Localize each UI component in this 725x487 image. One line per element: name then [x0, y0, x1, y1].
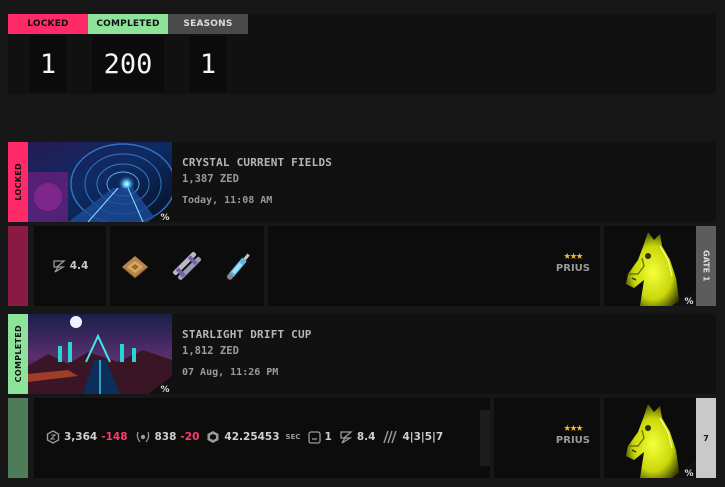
time-unit: SEC: [285, 433, 301, 441]
rank-stat: 838 -20: [135, 430, 200, 444]
locked-count: 1: [30, 36, 66, 92]
rank-delta: -20: [180, 431, 200, 443]
race-thumbnail: %: [28, 314, 172, 394]
horse-name-block: ★★★ PRIUS: [556, 420, 590, 446]
horse-info-panel: ★★★ PRIUS: [268, 226, 600, 306]
horse-avatar[interactable]: %: [604, 398, 696, 478]
hex-coin-icon: [46, 430, 60, 444]
horse-name-block: ★★★ PRIUS: [556, 248, 590, 274]
detail-status-strip: [8, 398, 28, 478]
gate-tab: GATE 1: [696, 226, 716, 306]
svg-text:%: %: [684, 469, 693, 478]
race-status-label: COMPLETED: [13, 325, 23, 383]
zed-stat: 3,364 -148: [46, 430, 128, 444]
svg-text:%: %: [160, 385, 169, 394]
chip-item-icon[interactable]: [116, 247, 154, 285]
splits-stat: 4|3|5|7: [382, 430, 443, 444]
splits-value: 4|3|5|7: [402, 431, 444, 443]
svg-text:%: %: [684, 297, 693, 306]
horse-name[interactable]: PRIUS: [556, 435, 590, 446]
rating-value: 4.4: [69, 260, 89, 272]
percent-badge-icon: %: [148, 204, 172, 222]
race-info: STARLIGHT DRIFT CUP 1,812 ZED 07 Aug, 11…: [182, 328, 312, 378]
stats-panel: LOCKED COMPLETED SEASONS 1 200 1: [8, 14, 716, 94]
seasons-count: 1: [190, 36, 226, 92]
completed-count: 200: [92, 36, 164, 92]
race-status-strip: COMPLETED: [8, 314, 28, 394]
zed-rating: 4.4: [52, 259, 89, 273]
laurel-icon: [135, 430, 151, 444]
position-value: 1: [324, 431, 332, 443]
race-thumbnail: %: [28, 142, 172, 222]
race-title: CRYSTAL CURRENT FIELDS: [182, 156, 333, 169]
race-card[interactable]: % CRYSTAL CURRENT FIELDS 1,387 ZED Today…: [28, 142, 716, 222]
race-time: Today, 11:08 AM: [182, 195, 273, 206]
percent-badge-icon: %: [672, 288, 696, 306]
horse-stars: ★★★: [563, 420, 584, 434]
race-stats-row: 3,364 -148 838 -20 42.25453 SEC 1 8.4 4|…: [46, 430, 443, 444]
zed-z-icon: [52, 259, 66, 273]
race-card[interactable]: % STARLIGHT DRIFT CUP 1,812 ZED 07 Aug, …: [28, 314, 716, 394]
equipment-panel: [110, 226, 264, 306]
race-time: 07 Aug, 11:26 PM: [182, 367, 279, 378]
rating-panel: 4.4: [34, 226, 106, 306]
position-box-icon: [307, 430, 321, 444]
detail-status-strip: [8, 226, 28, 306]
scroll-item-icon[interactable]: [168, 247, 206, 285]
horse-name[interactable]: PRIUS: [556, 263, 590, 274]
position-stat: 1: [307, 430, 332, 444]
horse-stars: ★★★: [563, 248, 584, 262]
rating-stat: 8.4: [339, 430, 376, 444]
race-info: CRYSTAL CURRENT FIELDS 1,387 ZED Today, …: [182, 156, 332, 206]
race-prize: 1,812 ZED: [182, 345, 239, 357]
gate-tab: 7: [696, 398, 716, 478]
gate-number: 7: [703, 433, 709, 443]
split-arrows-icon: [382, 430, 398, 444]
stats-scrollbar[interactable]: [480, 410, 490, 466]
horse-avatar[interactable]: %: [604, 226, 696, 306]
race-title: STARLIGHT DRIFT CUP: [182, 328, 312, 341]
stopwatch-icon: [206, 430, 220, 444]
gate-label: GATE 1: [701, 250, 711, 282]
seasons-tab[interactable]: SEASONS: [168, 14, 248, 34]
completed-tab[interactable]: COMPLETED: [88, 14, 168, 34]
svg-text:%: %: [160, 213, 169, 222]
zed-delta: -148: [101, 431, 128, 443]
time-stat: 42.25453 SEC: [206, 430, 301, 444]
zed-z-icon: [339, 430, 353, 444]
horse-info-panel: ★★★ PRIUS: [494, 398, 600, 478]
rating-value: 8.4: [356, 431, 376, 443]
syringe-item-icon[interactable]: [220, 247, 258, 285]
zed-value: 3,364: [64, 431, 98, 443]
time-value: 42.25453: [224, 431, 280, 443]
locked-tab[interactable]: LOCKED: [8, 14, 88, 34]
percent-badge-icon: %: [672, 460, 696, 478]
race-stats-panel: 3,364 -148 838 -20 42.25453 SEC 1 8.4 4|…: [34, 398, 490, 478]
percent-badge-icon: %: [148, 376, 172, 394]
race-status-strip: LOCKED: [8, 142, 28, 222]
race-prize: 1,387 ZED: [182, 173, 239, 185]
race-status-label: LOCKED: [13, 163, 23, 201]
rank-value: 838: [154, 431, 177, 443]
